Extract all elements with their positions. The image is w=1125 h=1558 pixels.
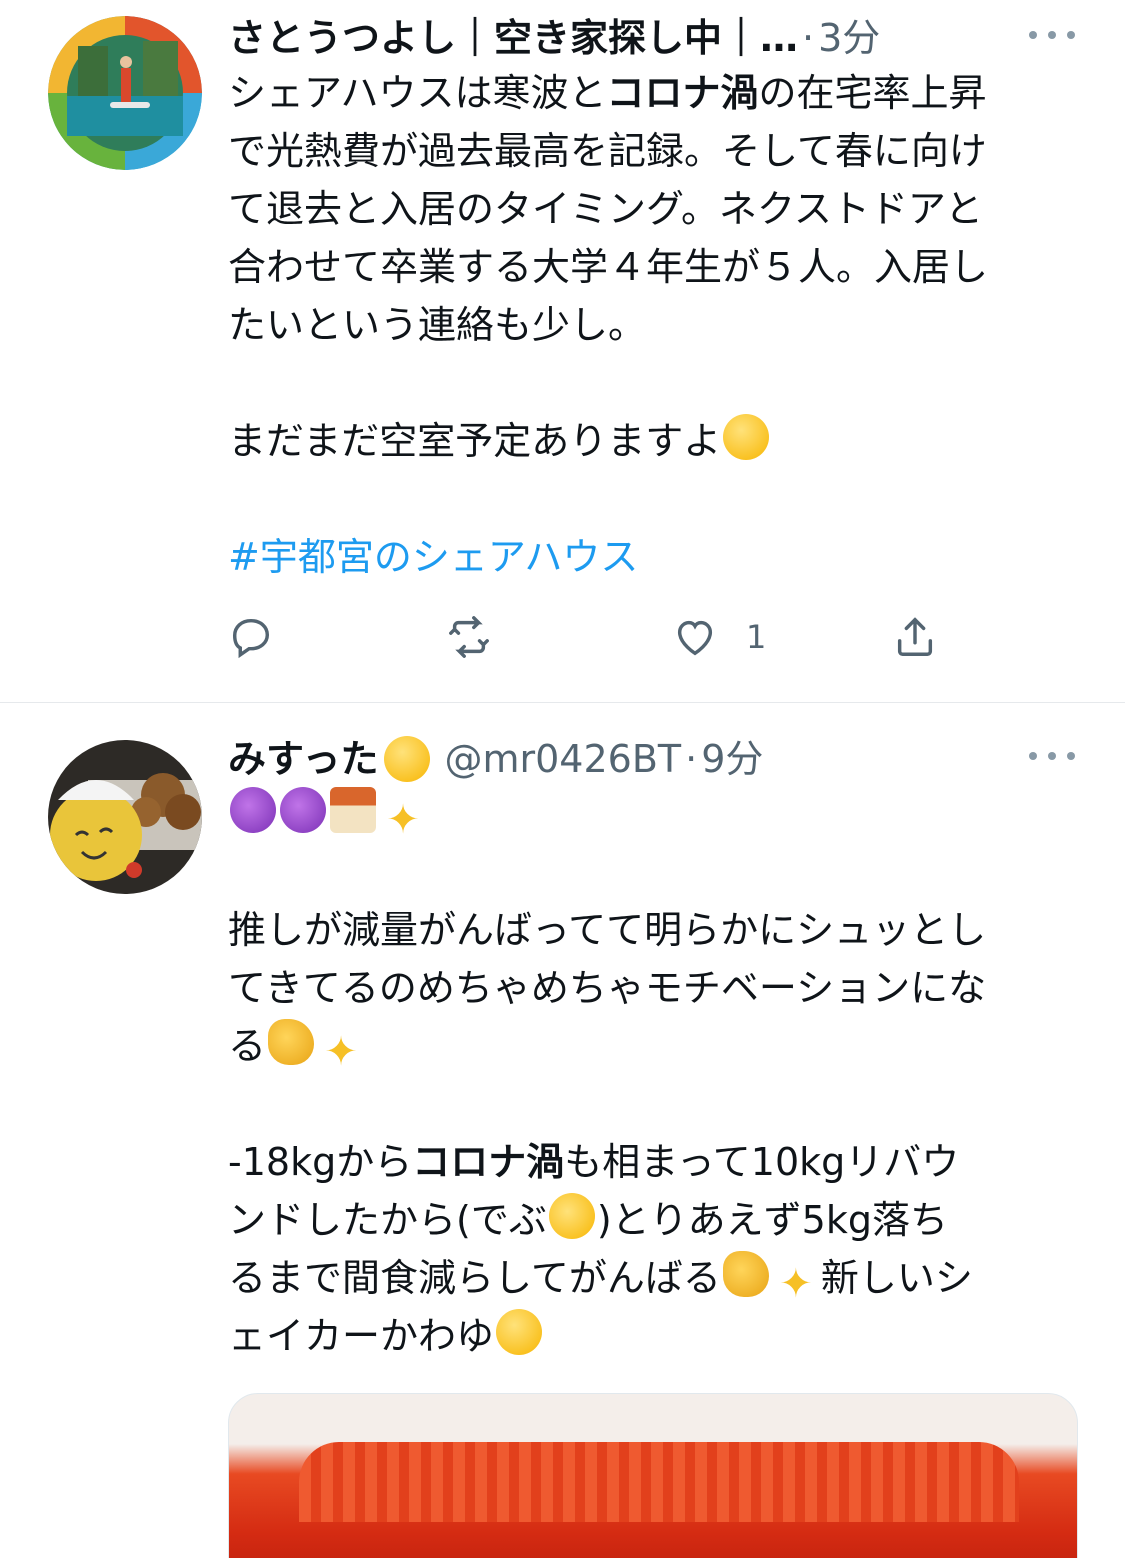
text-segment: るまで間食減らしてがんばる bbox=[228, 1256, 721, 1300]
text-segment: まだまだ空室予定ありますよ bbox=[228, 419, 722, 463]
tweet-media-image[interactable] bbox=[228, 1393, 1078, 1558]
tweet-text-line: ✦ bbox=[228, 785, 1075, 843]
tweet[interactable]: さとうつよし｜空き家探し中｜… · 3分 シェアハウスは寒波とコロナ渦の在宅率上… bbox=[0, 0, 1125, 702]
tweet-text-line: たいという連絡も少し。 bbox=[228, 296, 1075, 354]
more-options-icon[interactable] bbox=[1029, 741, 1075, 771]
text-segment: -18kgから bbox=[228, 1140, 413, 1184]
text-segment: たいという連絡も少し。 bbox=[228, 303, 647, 347]
sparkles-emoji: ✦ bbox=[779, 1261, 813, 1307]
tweet-text-line: 合わせて卒業する大学４年生が５人。入居し bbox=[228, 238, 1075, 296]
share-button[interactable] bbox=[892, 612, 938, 662]
text-segment: )とりあえず5kg落ち bbox=[596, 1198, 948, 1242]
separator-dot: · bbox=[802, 16, 815, 60]
timestamp[interactable]: 9分 bbox=[701, 733, 763, 785]
like-button[interactable]: 1 bbox=[672, 612, 766, 662]
sparkles-emoji: ✦ bbox=[386, 797, 420, 843]
reply-icon bbox=[232, 618, 270, 659]
tweet-text-line: で光熱費が過去最高を記録。そして春に向け bbox=[228, 122, 1075, 180]
tweet-text-line: #宇都宮のシェアハウス bbox=[228, 528, 1075, 586]
sparkles-emoji: ✦ bbox=[324, 1029, 358, 1075]
display-name[interactable]: みすった bbox=[228, 733, 378, 785]
text-segment: も相まって10kgリバウ bbox=[564, 1140, 960, 1184]
tweet-text-line: 推しが減量がんばってて明らかにシュッとし bbox=[228, 901, 1075, 959]
text-segment: の在宅率上昇 bbox=[758, 71, 987, 115]
tweet-text-line: て退去と入居のタイミング。ネクストドアと bbox=[228, 180, 1075, 238]
bold-text: コロナ渦 bbox=[412, 1140, 565, 1184]
smile-emoji bbox=[384, 736, 431, 782]
text-segment: シェアハウスは寒波と bbox=[228, 71, 607, 115]
tweet-text-line: る ✦ bbox=[228, 1017, 1075, 1075]
text-segment: ェイカーかわゆ bbox=[228, 1314, 495, 1358]
tweet-text: シェアハウスは寒波とコロナ渦の在宅率上昇で光熱費が過去最高を記録。そして春に向け… bbox=[228, 64, 1075, 586]
tweet-text-line bbox=[228, 470, 1075, 528]
tweet-header: さとうつよし｜空き家探し中｜… · 3分 bbox=[228, 12, 1075, 64]
more-options-icon[interactable] bbox=[1029, 20, 1075, 50]
shaker-cup-rim bbox=[299, 1442, 1019, 1522]
text-segment: 新しいシ bbox=[820, 1256, 973, 1300]
share-icon bbox=[897, 617, 933, 656]
tweet-text-line: シェアハウスは寒波とコロナ渦の在宅率上昇 bbox=[228, 64, 1075, 122]
text-segment: てきてるのめちゃめちゃモチベーションにな bbox=[228, 966, 987, 1010]
like-count: 1 bbox=[746, 618, 767, 656]
text-segment: 推しが減量がんばってて明らかにシュッとし bbox=[228, 908, 987, 952]
reply-button[interactable] bbox=[228, 612, 274, 662]
text-segment: る bbox=[228, 1024, 267, 1068]
muscle-emoji bbox=[268, 1019, 315, 1065]
tweet-actions: 1 bbox=[228, 612, 988, 662]
halo-emoji bbox=[548, 1193, 595, 1239]
tweet-text-line: ンドしたから(でぶ )とりあえず5kg落ち bbox=[228, 1191, 1075, 1249]
retweet-icon bbox=[449, 616, 489, 658]
laugh-emoji bbox=[723, 414, 770, 460]
timeline-feed: さとうつよし｜空き家探し中｜… · 3分 シェアハウスは寒波とコロナ渦の在宅率上… bbox=[0, 0, 1125, 1558]
bold-text: コロナ渦 bbox=[606, 71, 759, 115]
avatar[interactable] bbox=[48, 16, 202, 170]
text-segment: て退去と入居のタイミング。ネクストドアと bbox=[228, 187, 984, 231]
tweet-text-line bbox=[228, 354, 1075, 412]
text-segment: で光熱費が過去最高を記録。そして春に向け bbox=[228, 129, 987, 173]
love-emoji bbox=[496, 1309, 543, 1355]
avatar[interactable] bbox=[48, 740, 202, 894]
separator-dot: · bbox=[685, 737, 698, 781]
devil-emoji bbox=[230, 787, 276, 833]
house-emoji bbox=[330, 787, 376, 833]
tweet-text: ✦ 推しが減量がんばってて明らかにシュッとし てきてるのめちゃめちゃモチベーションに… bbox=[228, 785, 1075, 1365]
tweet-text-line: ェイカーかわゆ bbox=[228, 1307, 1075, 1365]
tweet-text-line bbox=[228, 1075, 1075, 1133]
tweet-content: さとうつよし｜空き家探し中｜… · 3分 シェアハウスは寒波とコロナ渦の在宅率上… bbox=[228, 12, 1075, 586]
tweet-text-line bbox=[228, 843, 1075, 901]
tweet-header: みすった @mr0426BT · 9分 bbox=[228, 733, 1075, 785]
retweet-button[interactable] bbox=[446, 612, 492, 662]
tweet-text-line: -18kgからコロナ渦も相まって10kgリバウ bbox=[228, 1133, 1075, 1191]
tweet-content: みすった @mr0426BT · 9分 ✦ 推しが減量がんばってて明らかにシュッと… bbox=[228, 733, 1075, 1365]
user-handle[interactable]: @mr0426BT bbox=[444, 733, 681, 785]
muscle-emoji bbox=[722, 1251, 769, 1297]
like-icon bbox=[677, 620, 713, 656]
text-segment: 合わせて卒業する大学４年生が５人。入居し bbox=[228, 245, 989, 289]
text-segment: ンドしたから(でぶ bbox=[228, 1198, 547, 1242]
tweet-text-line: てきてるのめちゃめちゃモチベーションにな bbox=[228, 959, 1075, 1017]
timestamp[interactable]: 3分 bbox=[818, 12, 880, 64]
tweet[interactable]: みすった @mr0426BT · 9分 ✦ 推しが減量がんばってて明らかにシュッと… bbox=[0, 703, 1125, 1558]
devil-emoji bbox=[280, 787, 326, 833]
display-name[interactable]: さとうつよし｜空き家探し中｜… bbox=[228, 12, 798, 64]
tweet-text-line: まだまだ空室予定ありますよ bbox=[228, 412, 1075, 470]
tweet-text-line: るまで間食減らしてがんばる ✦ 新しいシ bbox=[228, 1249, 1075, 1307]
hashtag-link[interactable]: #宇都宮のシェアハウス bbox=[228, 535, 638, 579]
